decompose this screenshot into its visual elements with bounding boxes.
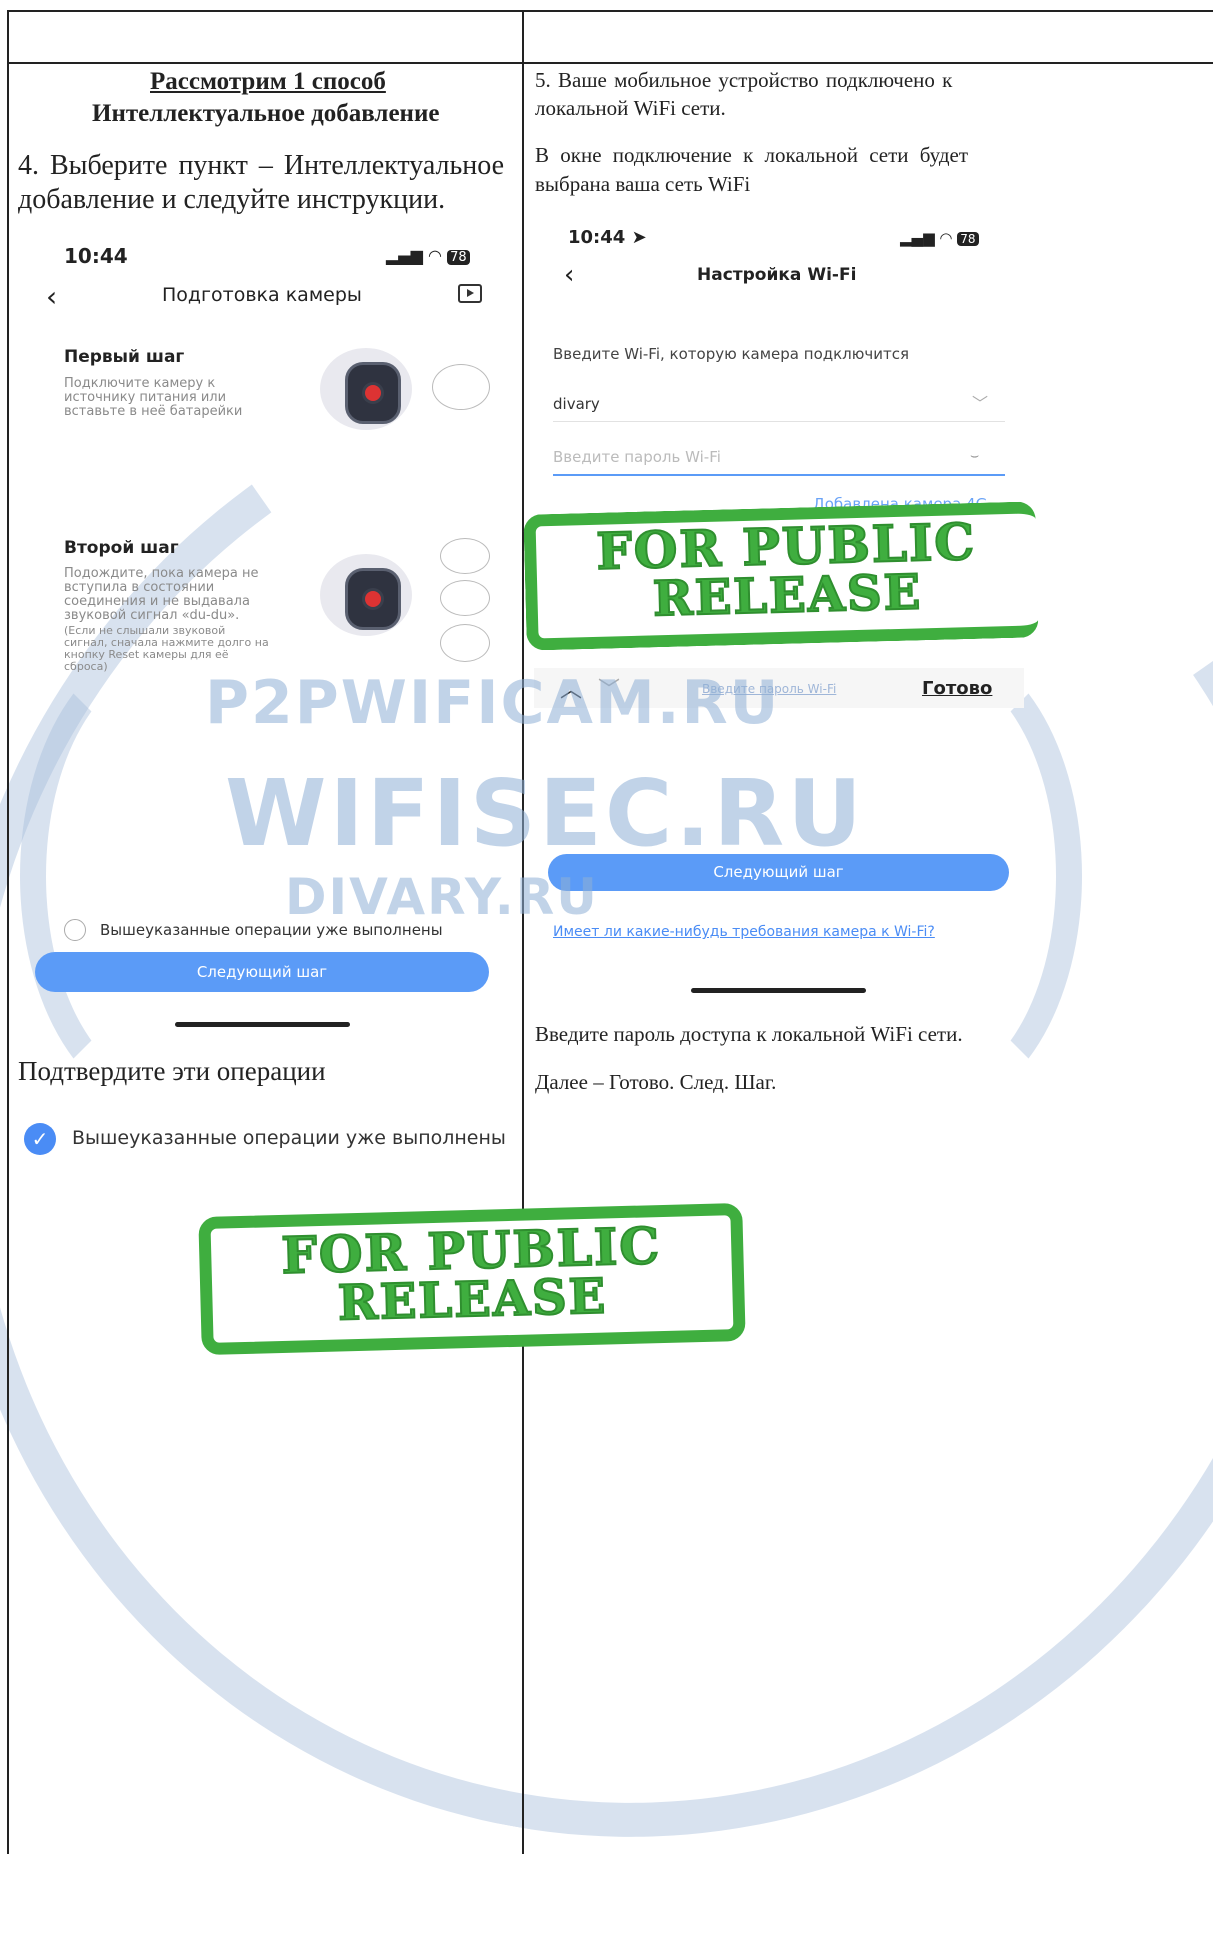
battery-icon: 78 <box>957 232 979 246</box>
camera-icon <box>320 554 412 636</box>
password-input[interactable]: Введите пароль Wi-Fi <box>553 448 721 466</box>
checkmark-icon: ✓ <box>31 1127 49 1151</box>
step2-desc-line2: вступила в состоянии <box>64 580 215 595</box>
signal-icon: ▂▄▆ <box>386 246 423 265</box>
signal-icon: ▂▄▆ <box>900 229 935 247</box>
step2-desc-line3: соединения и не выдавала <box>64 594 250 609</box>
checked-checkbox[interactable]: ✓ <box>24 1123 56 1155</box>
wifi-icon: ◠ <box>939 229 953 247</box>
step1-desc-line3: вставьте в неё батарейки <box>64 404 243 419</box>
screen-title: Настройка Wi-Fi <box>697 265 857 285</box>
reset-hold-icon <box>440 580 490 616</box>
watermark-site2: WIFISEC.RU <box>225 760 865 867</box>
step2-note-line4: сброса) <box>64 660 108 673</box>
wifi-note-line1: В окне подключение к локальной сети буде… <box>535 143 969 167</box>
method-heading: Рассмотрим 1 способ <box>150 68 386 95</box>
step4-text-line2: добавление и следуйте инструкции. <box>18 184 446 215</box>
step1-title: Первый шаг <box>64 347 185 367</box>
step1-desc-line1: Подключите камеру к <box>64 376 216 391</box>
step2-desc-line1: Подождите, пока камера не <box>64 566 259 581</box>
step1-desc-line2: источнику питания или <box>64 390 227 405</box>
wifi-note-line2: выбрана ваша сеть WiFi <box>535 172 751 196</box>
wifi-icon: ◠ <box>428 246 442 265</box>
location-arrow-icon: ➤ <box>631 227 647 248</box>
status-time: 10:44 ➤ <box>568 227 647 248</box>
next-step-button[interactable]: Следующий шаг <box>35 952 489 992</box>
confirm-operations-text: Подтвердите эти операции <box>18 1056 326 1086</box>
reset-button-icon <box>440 624 490 662</box>
password-underline <box>553 474 1005 476</box>
password-instruction-text: Введите пароль доступа к локальной WiFi … <box>535 1022 963 1046</box>
ssid-field[interactable]: divary <box>553 395 600 413</box>
status-icons: ▂▄▆ ◠ 78 <box>386 246 470 265</box>
back-chevron-icon[interactable]: ‹ <box>46 280 57 313</box>
step2-title: Второй шаг <box>64 538 179 558</box>
step5-text-line1: 5. Ваше мобильное устройство подключено … <box>535 68 953 92</box>
hide-password-eye-icon[interactable]: ⌣ <box>970 448 979 464</box>
wifi-requirements-link[interactable]: Имеет ли какие-нибудь требования камера … <box>553 924 935 940</box>
step4-text-line1: 4. Выберите пункт – Интеллектуальное <box>18 150 505 181</box>
camera-icon <box>320 348 412 430</box>
watermark-site3: DIVARY.RU <box>285 868 599 926</box>
confirmed-checkbox-label: Вышеуказанные операции уже выполнены <box>72 1127 506 1149</box>
home-indicator <box>175 1022 350 1027</box>
ssid-dropdown-chevron-icon[interactable]: ﹀ <box>972 390 988 414</box>
back-chevron-icon[interactable]: ‹ <box>564 260 574 290</box>
status-icons: ▂▄▆ ◠ 78 <box>900 229 979 247</box>
help-video-icon[interactable] <box>458 284 482 303</box>
operations-done-checkbox[interactable] <box>64 919 86 941</box>
method-subheading: Интеллектуальное добавление <box>92 100 440 127</box>
next-instruction-text: Далее – Готово. След. Шаг. <box>535 1070 777 1094</box>
home-indicator <box>691 988 866 993</box>
status-time-text: 10:44 <box>568 227 626 248</box>
step5-text-line2: локальной WiFi сети. <box>535 96 726 120</box>
ssid-divider <box>553 421 1005 422</box>
watermark-site1: P2PWIFICAM.RU <box>205 668 781 738</box>
battery-icon: 78 <box>447 250 470 265</box>
status-time: 10:44 <box>64 244 128 268</box>
public-release-stamp: FOR PUBLIC RELEASE <box>198 1202 746 1356</box>
done-button[interactable]: Готово <box>922 678 992 699</box>
wifi-prompt: Введите Wi-Fi, которую камера подключитс… <box>553 345 910 363</box>
screen-title: Подготовка камеры <box>162 284 362 306</box>
step2-desc-line4: звуковой сигнал «du-du». <box>64 608 240 623</box>
reset-press-icon <box>440 538 490 574</box>
public-release-stamp: FOR PUBLIC RELEASE <box>523 501 1039 651</box>
power-plug-icon <box>432 364 490 410</box>
